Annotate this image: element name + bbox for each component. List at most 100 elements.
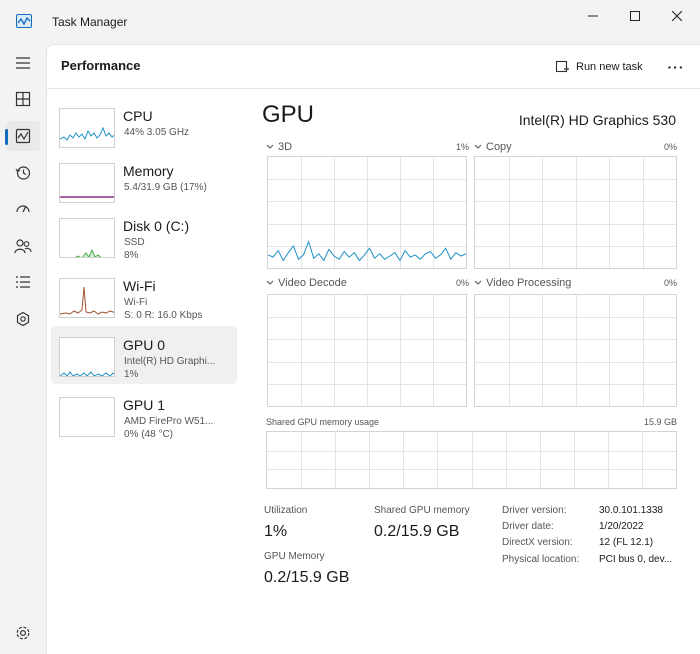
run-new-task-button[interactable]: Run new task: [551, 55, 647, 79]
directx-version-value: 12 (FL 12.1): [599, 537, 654, 548]
engine-selector-3d[interactable]: 3D: [266, 141, 292, 153]
engine-graph-video-decode: [267, 294, 467, 407]
shared-gpu-memory-label: Shared GPU memory: [374, 505, 470, 516]
engine-selector-video-processing[interactable]: Video Processing: [474, 277, 571, 289]
disk-thumbnail-graph: [59, 218, 115, 258]
minimize-button[interactable]: [570, 0, 616, 32]
driver-version-value: 30.0.101.1338: [599, 505, 663, 516]
engine-selector-copy[interactable]: Copy: [474, 141, 512, 153]
gpu-memory-value: 0.2/15.9 GB: [264, 569, 350, 586]
device-item-gpu-1[interactable]: GPU 1 AMD FirePro W51... 0% (48 °C): [51, 386, 237, 444]
engine-graph-3d: [267, 156, 467, 269]
nav-users[interactable]: [6, 231, 40, 261]
physical-location-value: PCI bus 0, dev...: [599, 554, 673, 565]
device-model: AMD FirePro W51...: [124, 416, 214, 427]
cpu-thumbnail-graph: [59, 108, 115, 148]
device-type: SSD: [124, 237, 145, 248]
nav-performance[interactable]: [5, 121, 40, 151]
users-icon: [14, 239, 32, 254]
device-model: Intel(R) HD Graphi...: [124, 356, 216, 367]
device-throughput: S: 0 R: 16.0 Kbps: [124, 310, 203, 321]
shared-memory-graph-label: Shared GPU memory usage: [266, 417, 380, 427]
settings-icon: [16, 626, 30, 640]
shared-memory-max: 15.9 GB: [643, 417, 677, 427]
device-usage: 8%: [124, 250, 139, 261]
main-panel: Performance Run new task ··· CPU 44% 3.0…: [46, 44, 700, 654]
gpu1-thumbnail-graph: [59, 397, 115, 437]
engine-percent: 0%: [455, 278, 469, 288]
gpu0-thumbnail-graph: [59, 337, 115, 377]
device-detail: 44% 3.05 GHz: [124, 127, 190, 138]
engine-percent: 0%: [663, 278, 677, 288]
physical-location-label: Physical location:: [502, 554, 580, 565]
device-name: Disk 0 (C:): [123, 218, 190, 234]
device-type: Wi-Fi: [124, 297, 148, 308]
task-manager-app-icon: [16, 14, 32, 28]
memory-thumbnail-graph: [59, 163, 115, 203]
chevron-down-icon: [266, 144, 274, 149]
shared-gpu-memory-value: 0.2/15.9 GB: [374, 523, 460, 540]
shared-memory-graph: [266, 431, 677, 489]
engine-selector-video-decode[interactable]: Video Decode: [266, 277, 347, 289]
engine-label: Video Processing: [486, 277, 572, 289]
wifi-thumbnail-graph: [59, 278, 115, 318]
services-icon: [16, 311, 30, 327]
device-item-gpu-0[interactable]: GPU 0 Intel(R) HD Graphi... 1%: [51, 326, 237, 384]
nav-app-history[interactable]: [6, 158, 40, 188]
settings-button[interactable]: [12, 622, 34, 644]
device-item-disk-0[interactable]: Disk 0 (C:) SSD 8%: [51, 207, 237, 265]
app-history-icon: [15, 166, 31, 180]
engine-label: 3D: [278, 141, 293, 153]
more-options-icon: ···: [667, 59, 685, 75]
engine-label: Copy: [486, 141, 512, 153]
nav-services[interactable]: [6, 304, 40, 334]
gpu-title: GPU: [262, 101, 315, 128]
page-header: Performance Run new task ···: [47, 45, 700, 89]
close-icon: [672, 11, 682, 21]
device-item-wifi[interactable]: Wi-Fi Wi-Fi S: 0 R: 16.0 Kbps: [51, 267, 237, 325]
driver-version-label: Driver version:: [502, 505, 567, 516]
chevron-down-icon: [474, 280, 482, 285]
window-title: Task Manager: [52, 15, 128, 29]
engine-percent: 1%: [455, 142, 469, 152]
title-bar: Task Manager: [0, 0, 700, 44]
chevron-down-icon: [266, 280, 274, 285]
nav-startup-apps[interactable]: [6, 194, 40, 224]
device-name: GPU 0: [123, 337, 166, 353]
minimize-icon: [588, 15, 598, 17]
device-usage: 0% (48 °C): [124, 429, 174, 440]
device-list: CPU 44% 3.05 GHz Memory 5.4/31.9 GB (17%…: [47, 90, 237, 630]
device-item-cpu[interactable]: CPU 44% 3.05 GHz: [51, 97, 237, 155]
startup-icon: [16, 205, 30, 213]
hamburger-icon: [16, 57, 30, 69]
nav-processes[interactable]: [6, 84, 40, 114]
device-item-memory[interactable]: Memory 5.4/31.9 GB (17%): [51, 152, 237, 210]
gpu-model-name: Intel(R) HD Graphics 530: [518, 112, 676, 128]
details-icon: [16, 276, 30, 288]
page-title: Performance: [61, 58, 141, 73]
utilization-label: Utilization: [264, 505, 308, 516]
chevron-down-icon: [474, 144, 482, 149]
device-name: Wi-Fi: [123, 278, 156, 294]
directx-version-label: DirectX version:: [502, 537, 573, 548]
gpu-memory-label: GPU Memory: [264, 551, 325, 562]
engine-graph-video-processing: [474, 294, 677, 407]
nav-details[interactable]: [6, 267, 40, 297]
run-new-task-icon: [555, 60, 569, 73]
driver-date-value: 1/20/2022: [599, 521, 644, 532]
more-options-button[interactable]: ···: [661, 55, 691, 79]
utilization-value: 1%: [264, 523, 288, 540]
engine-label: Video Decode: [278, 277, 347, 289]
engine-percent: 0%: [663, 142, 677, 152]
device-name: GPU 1: [123, 397, 166, 413]
device-name: CPU: [123, 108, 153, 124]
close-button[interactable]: [654, 0, 700, 32]
device-usage: 1%: [124, 369, 139, 380]
nav-rail: [0, 44, 46, 654]
performance-icon: [15, 128, 31, 144]
driver-date-label: Driver date:: [502, 521, 554, 532]
nav-menu-button[interactable]: [6, 48, 40, 78]
engine-graph-copy: [474, 156, 677, 269]
processes-icon: [15, 91, 31, 107]
maximize-button[interactable]: [612, 0, 658, 32]
